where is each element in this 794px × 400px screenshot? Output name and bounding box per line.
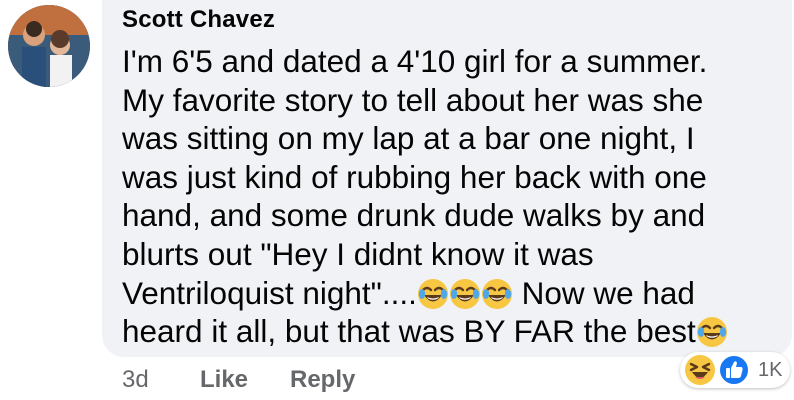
comment-timestamp[interactable]: 3d <box>122 366 149 394</box>
reply-button[interactable]: Reply <box>290 366 355 394</box>
comment-line: hand, and some drunk dude walks by and <box>122 197 706 234</box>
comment-line: I'm 6'5 and dated a 4'10 girl for a summ… <box>122 43 708 79</box>
haha-reaction-icon <box>684 354 716 386</box>
like-reaction-icon <box>718 354 750 386</box>
comment-line: My favorite story to tell about her was … <box>122 81 704 118</box>
comment-line: heard it all, but that was BY FAR the be… <box>122 313 696 350</box>
comment-text: I'm 6'5 and dated a 4'10 girl for a summ… <box>122 42 772 351</box>
avatar[interactable] <box>8 5 90 87</box>
face-with-tears-of-joy-icon <box>481 278 513 310</box>
comment-line: was just kind of rubbing her back with o… <box>122 158 707 195</box>
comment-line: was sitting on my lap at a bar one night… <box>122 120 695 157</box>
reaction-count: 1K <box>758 359 783 381</box>
comment-line: blurts out "Hey I didnt know it was <box>122 235 594 272</box>
comment-line: Now we had <box>512 274 695 311</box>
comment-line: Ventriloquist night".... <box>122 274 417 311</box>
face-with-tears-of-joy-icon <box>696 316 728 348</box>
face-with-tears-of-joy-icon <box>417 278 449 310</box>
profile-photo <box>8 5 90 87</box>
reactions-summary[interactable]: 1K <box>680 352 790 388</box>
comment-author[interactable]: Scott Chavez <box>122 6 275 34</box>
like-button[interactable]: Like <box>200 366 248 394</box>
face-with-tears-of-joy-icon <box>449 278 481 310</box>
